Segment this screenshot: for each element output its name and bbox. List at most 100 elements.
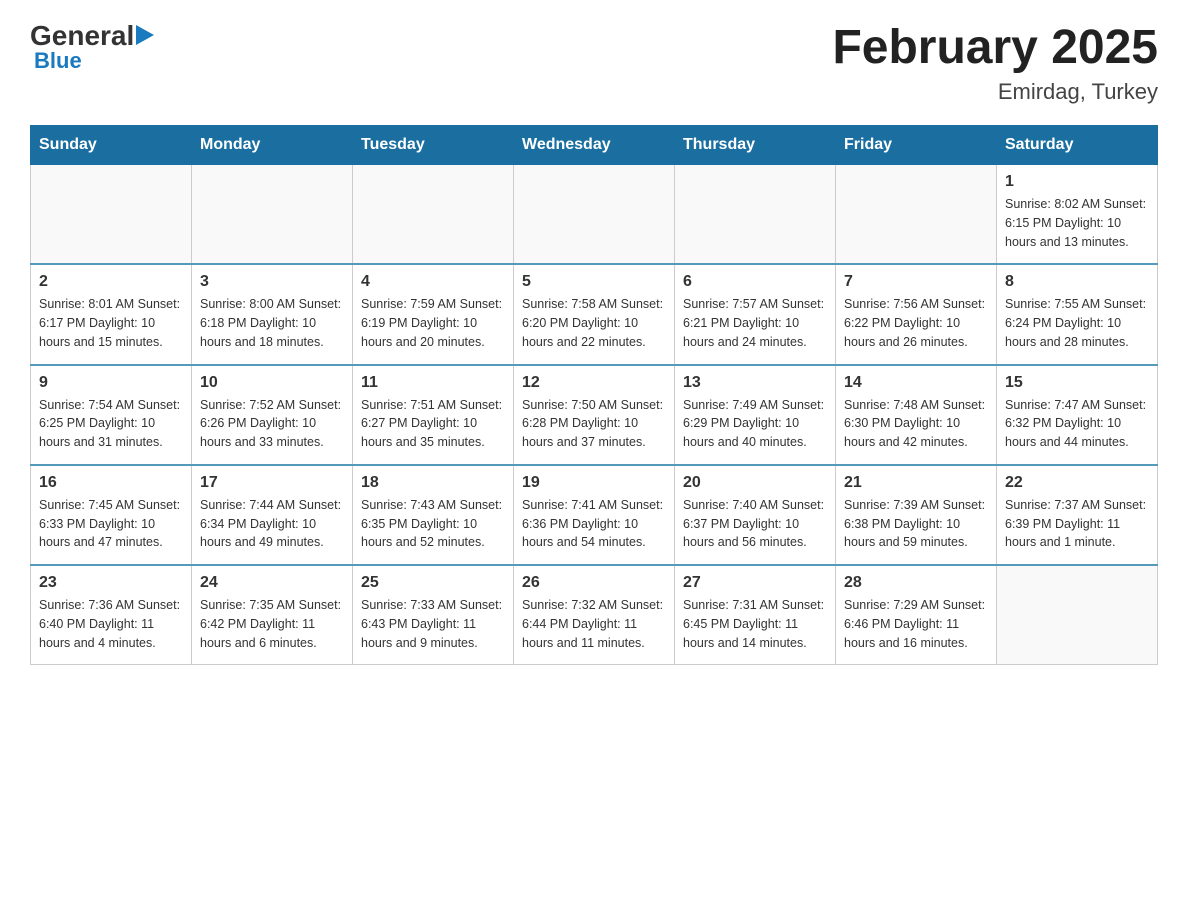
day-info: Sunrise: 7:50 AM Sunset: 6:28 PM Dayligh… [522,396,666,452]
header-thursday: Thursday [675,126,836,165]
day-info: Sunrise: 7:36 AM Sunset: 6:40 PM Dayligh… [39,596,183,652]
day-info: Sunrise: 7:29 AM Sunset: 6:46 PM Dayligh… [844,596,988,652]
day-info: Sunrise: 7:41 AM Sunset: 6:36 PM Dayligh… [522,496,666,552]
day-number: 13 [683,374,827,392]
day-info: Sunrise: 7:51 AM Sunset: 6:27 PM Dayligh… [361,396,505,452]
day-info: Sunrise: 7:57 AM Sunset: 6:21 PM Dayligh… [683,295,827,351]
day-number: 2 [39,273,183,291]
day-cell: 8 Sunrise: 7:55 AM Sunset: 6:24 PM Daylig… [997,264,1158,364]
day-number: 11 [361,374,505,392]
day-info: Sunrise: 7:40 AM Sunset: 6:37 PM Dayligh… [683,496,827,552]
week-row-0: 1Sunrise: 8:02 AM Sunset: 6:15 PM Daylig… [31,165,1158,265]
day-cell: 11 Sunrise: 7:51 AM Sunset: 6:27 PM Dayli… [353,365,514,465]
day-number: 18 [361,474,505,492]
day-cell [836,165,997,265]
day-number: 8 [1005,273,1149,291]
week-row-4: 23 Sunrise: 7:36 AM Sunset: 6:40 PM Dayli… [31,565,1158,665]
day-number: 17 [200,474,344,492]
day-info: Sunrise: 7:39 AM Sunset: 6:38 PM Dayligh… [844,496,988,552]
day-cell: 27 Sunrise: 7:31 AM Sunset: 6:45 PM Dayli… [675,565,836,665]
day-info: Sunrise: 7:45 AM Sunset: 6:33 PM Dayligh… [39,496,183,552]
day-info: Sunrise: 7:44 AM Sunset: 6:34 PM Dayligh… [200,496,344,552]
day-number: 27 [683,574,827,592]
logo-blue: Blue [30,48,82,74]
day-cell: 20 Sunrise: 7:40 AM Sunset: 6:37 PM Dayli… [675,465,836,565]
day-cell: 6 Sunrise: 7:57 AM Sunset: 6:21 PM Daylig… [675,264,836,364]
day-info: Sunrise: 7:47 AM Sunset: 6:32 PM Dayligh… [1005,396,1149,452]
calendar-location: Emirdag, Turkey [832,79,1158,105]
page-header: General Blue February 2025 Emirdag, Turk… [30,20,1158,105]
day-number: 23 [39,574,183,592]
day-cell: 23 Sunrise: 7:36 AM Sunset: 6:40 PM Dayli… [31,565,192,665]
header-wednesday: Wednesday [514,126,675,165]
day-number: 16 [39,474,183,492]
day-info: Sunrise: 7:52 AM Sunset: 6:26 PM Dayligh… [200,396,344,452]
week-row-1: 2 Sunrise: 8:01 AM Sunset: 6:17 PM Daylig… [31,264,1158,364]
day-cell [997,565,1158,665]
day-info: Sunrise: 8:02 AM Sunset: 6:15 PM Dayligh… [1005,195,1149,251]
day-info: Sunrise: 8:01 AM Sunset: 6:17 PM Dayligh… [39,295,183,351]
day-cell: 17 Sunrise: 7:44 AM Sunset: 6:34 PM Dayli… [192,465,353,565]
day-cell: 5Sunrise: 7:58 AM Sunset: 6:20 PM Daylig… [514,264,675,364]
day-number: 4 [361,273,505,291]
day-info: Sunrise: 7:54 AM Sunset: 6:25 PM Dayligh… [39,396,183,452]
day-cell: 12 Sunrise: 7:50 AM Sunset: 6:28 PM Dayli… [514,365,675,465]
header-tuesday: Tuesday [353,126,514,165]
title-block: February 2025 Emirdag, Turkey [832,20,1158,105]
day-number: 5 [522,273,666,291]
day-cell: 25 Sunrise: 7:33 AM Sunset: 6:43 PM Dayli… [353,565,514,665]
day-info: Sunrise: 7:37 AM Sunset: 6:39 PM Dayligh… [1005,496,1149,552]
day-cell [31,165,192,265]
day-cell [353,165,514,265]
day-number: 14 [844,374,988,392]
day-number: 22 [1005,474,1149,492]
logo: General Blue [30,20,158,74]
day-info: Sunrise: 7:55 AM Sunset: 6:24 PM Dayligh… [1005,295,1149,351]
calendar-header: SundayMondayTuesdayWednesdayThursdayFrid… [31,126,1158,165]
day-number: 20 [683,474,827,492]
day-number: 28 [844,574,988,592]
day-info: Sunrise: 7:33 AM Sunset: 6:43 PM Dayligh… [361,596,505,652]
day-number: 21 [844,474,988,492]
day-cell: 24 Sunrise: 7:35 AM Sunset: 6:42 PM Dayli… [192,565,353,665]
header-sunday: Sunday [31,126,192,165]
day-number: 25 [361,574,505,592]
day-number: 7 [844,273,988,291]
day-number: 9 [39,374,183,392]
day-cell: 1Sunrise: 8:02 AM Sunset: 6:15 PM Daylig… [997,165,1158,265]
day-cell: 15 Sunrise: 7:47 AM Sunset: 6:32 PM Dayli… [997,365,1158,465]
day-info: Sunrise: 7:31 AM Sunset: 6:45 PM Dayligh… [683,596,827,652]
header-friday: Friday [836,126,997,165]
day-cell: 14 Sunrise: 7:48 AM Sunset: 6:30 PM Dayli… [836,365,997,465]
day-number: 26 [522,574,666,592]
day-number: 6 [683,273,827,291]
day-cell: 7 Sunrise: 7:56 AM Sunset: 6:22 PM Daylig… [836,264,997,364]
logo-arrow-icon [136,25,158,45]
day-cell [192,165,353,265]
day-info: Sunrise: 7:32 AM Sunset: 6:44 PM Dayligh… [522,596,666,652]
day-cell: 4Sunrise: 7:59 AM Sunset: 6:19 PM Daylig… [353,264,514,364]
day-cell: 10 Sunrise: 7:52 AM Sunset: 6:26 PM Dayli… [192,365,353,465]
day-cell: 9 Sunrise: 7:54 AM Sunset: 6:25 PM Daylig… [31,365,192,465]
day-info: Sunrise: 7:35 AM Sunset: 6:42 PM Dayligh… [200,596,344,652]
day-cell: 2 Sunrise: 8:01 AM Sunset: 6:17 PM Daylig… [31,264,192,364]
week-row-2: 9 Sunrise: 7:54 AM Sunset: 6:25 PM Daylig… [31,365,1158,465]
day-cell: 13Sunrise: 7:49 AM Sunset: 6:29 PM Dayli… [675,365,836,465]
day-cell: 21 Sunrise: 7:39 AM Sunset: 6:38 PM Dayli… [836,465,997,565]
calendar-body: 1Sunrise: 8:02 AM Sunset: 6:15 PM Daylig… [31,165,1158,665]
day-info: Sunrise: 7:48 AM Sunset: 6:30 PM Dayligh… [844,396,988,452]
day-number: 10 [200,374,344,392]
day-info: Sunrise: 7:56 AM Sunset: 6:22 PM Dayligh… [844,295,988,351]
week-row-3: 16 Sunrise: 7:45 AM Sunset: 6:33 PM Dayli… [31,465,1158,565]
day-cell: 18Sunrise: 7:43 AM Sunset: 6:35 PM Dayli… [353,465,514,565]
day-cell: 16 Sunrise: 7:45 AM Sunset: 6:33 PM Dayli… [31,465,192,565]
day-number: 19 [522,474,666,492]
header-monday: Monday [192,126,353,165]
day-number: 3 [200,273,344,291]
day-number: 15 [1005,374,1149,392]
day-number: 12 [522,374,666,392]
calendar-title: February 2025 [832,20,1158,75]
day-number: 24 [200,574,344,592]
header-saturday: Saturday [997,126,1158,165]
day-info: Sunrise: 8:00 AM Sunset: 6:18 PM Dayligh… [200,295,344,351]
